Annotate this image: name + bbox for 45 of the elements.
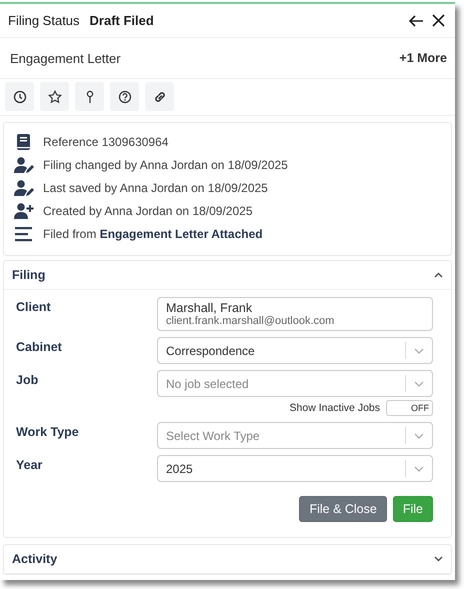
- history-button[interactable]: [5, 82, 34, 111]
- section-header[interactable]: Filing: [4, 261, 451, 290]
- user-add-icon: [14, 202, 34, 220]
- select-field[interactable]: Correspondence: [157, 337, 433, 364]
- field-label: Client: [15, 299, 52, 314]
- clock-icon: [12, 90, 26, 104]
- back-button[interactable]: [408, 14, 424, 26]
- favorite-button[interactable]: [40, 82, 69, 111]
- header-label: Filing Status: [8, 13, 80, 28]
- info-text: Last saved by Anna Jordan on 18/09/2025: [43, 181, 268, 195]
- close-icon: [432, 14, 445, 27]
- user-edit-icon: [14, 179, 34, 197]
- info-text: Filing changed by Anna Jordan on 18/09/2025: [43, 158, 288, 172]
- more-link[interactable]: +1 More: [399, 51, 447, 65]
- field-label: Job: [15, 372, 40, 387]
- help-button[interactable]: [110, 82, 139, 111]
- pin-button[interactable]: [75, 82, 104, 111]
- help-icon: [118, 90, 132, 104]
- link-icon: [152, 90, 166, 104]
- field-label: Work Type: [15, 424, 80, 439]
- caret-icon: [414, 348, 424, 354]
- caret-icon: [414, 466, 424, 472]
- close-button[interactable]: [432, 14, 445, 27]
- field-label: Cabinet: [15, 339, 63, 354]
- info-text: Created by Anna Jordan on 18/09/2025: [43, 204, 252, 218]
- info-text: Reference 1309630964: [43, 135, 168, 149]
- section-header[interactable]: Activity: [4, 545, 451, 574]
- star-icon: [48, 90, 62, 104]
- link-button[interactable]: [145, 82, 174, 111]
- lines-icon: [14, 225, 34, 243]
- document-title: Engagement Letter: [10, 50, 121, 66]
- select-field[interactable]: No job selected: [157, 370, 433, 397]
- select-field[interactable]: 2025: [157, 455, 433, 482]
- caret-icon: [414, 380, 424, 386]
- back-arrow-icon: [408, 14, 424, 26]
- toggle-label: Show Inactive Jobs: [290, 402, 380, 414]
- field-label: Year: [15, 457, 44, 472]
- select-field[interactable]: Select Work Type: [157, 422, 433, 449]
- caret-icon: [414, 432, 424, 438]
- file-close-button[interactable]: File & Close: [299, 496, 387, 522]
- toggle-switch[interactable]: OFF: [386, 400, 433, 416]
- status-value: Draft Filed: [90, 13, 154, 28]
- info-text: Filed from Engagement Letter Attached: [43, 227, 263, 241]
- client-field[interactable]: Marshall, Frank client.frank.marshall@outlook.com: [157, 297, 433, 331]
- user-edit-icon: [14, 156, 34, 174]
